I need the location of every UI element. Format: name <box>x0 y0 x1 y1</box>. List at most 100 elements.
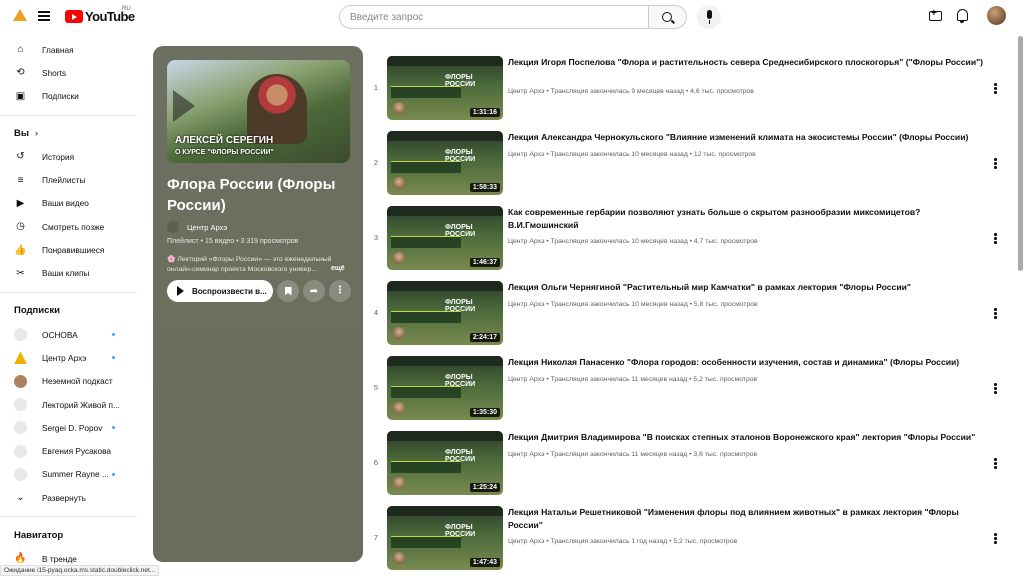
sidebar-sub-item[interactable]: Евгения Русакова <box>0 439 140 462</box>
subscriptions-header: Подписки <box>14 305 60 317</box>
sidebar-item-watch-later[interactable]: ◷ Смотреть позже <box>0 215 140 238</box>
chevron-down-icon: ⌄ <box>16 492 25 504</box>
chevron-right-icon: › <box>34 128 39 140</box>
video-thumbnail[interactable]: ФЛОРЫ РОССИИ 2:24:17 <box>387 281 503 345</box>
mic-icon[interactable] <box>697 5 721 29</box>
thumbnail-band <box>387 206 503 216</box>
video-title[interactable]: Лекция Ольги Чернягиной "Растительный ми… <box>508 281 986 294</box>
playlist-title: Флора России (Флоры России) <box>167 176 336 214</box>
video-title[interactable]: Лекция Дмитрия Владимирова "В поисках ст… <box>508 431 986 444</box>
sidebar-item-history[interactable]: ↺ История <box>0 145 140 168</box>
video-thumbnail[interactable]: ФЛОРЫ РОССИИ 1:31:16 <box>387 56 503 120</box>
sidebar-item-label: Лекторий Живой п... <box>42 399 120 410</box>
new-content-dot <box>112 472 115 476</box>
more-options-button[interactable]: ⋮ <box>329 280 351 302</box>
video-duration: 1:31:16 <box>469 108 500 117</box>
sidebar: ⌂ Главная ⟲ Shorts ▣ Подписки Вы › ↺ Ист… <box>0 38 140 571</box>
save-playlist-button[interactable] <box>277 280 299 302</box>
video-duration: 1:58:33 <box>469 183 500 192</box>
sidebar-item-label: В тренде <box>42 553 77 564</box>
divider <box>0 291 137 293</box>
channel-avatar <box>14 374 27 388</box>
playlist-video-item[interactable]: 3 ФЛОРЫ РОССИИ 1:46:37 Как современные г… <box>370 204 1010 272</box>
playlist-video-item[interactable]: 6 ФЛОРЫ РОССИИ 1:25:24 Лекция Дмитрия Вл… <box>370 429 1010 497</box>
channel-avatar <box>14 328 27 342</box>
playlist-header-panel: АЛЕКСЕЙ СЕРЕГИН О КУРСЕ "ФЛОРЫ РОССИИ" Ф… <box>153 46 363 562</box>
video-title[interactable]: Лекция Игоря Поспелова "Флора и растител… <box>508 56 986 69</box>
more-vert-icon[interactable] <box>994 308 998 320</box>
search-input[interactable]: Введите запрос <box>339 5 649 29</box>
thumbnail-caption <box>391 461 461 473</box>
warning-icon[interactable] <box>13 9 27 21</box>
shorts-icon: ⟲ <box>16 67 25 79</box>
scrollbar-thumb[interactable] <box>1018 36 1023 271</box>
playlist-channel[interactable]: Центр Архэ <box>167 221 227 233</box>
video-thumbnail[interactable]: ФЛОРЫ РОССИИ 1:47:43 <box>387 506 503 570</box>
more-vert-icon[interactable] <box>994 158 998 170</box>
speaker-photo <box>393 327 405 339</box>
video-thumbnail[interactable]: ФЛОРЫ РОССИИ 1:46:37 <box>387 206 503 270</box>
sidebar-item-label: Смотреть позже <box>42 221 105 232</box>
speaker-photo <box>393 252 405 264</box>
thumbnail-caption <box>391 386 461 398</box>
more-vert-icon: ⋮ <box>335 285 345 296</box>
video-title[interactable]: Лекция Натальи Решетниковой "Изменения ф… <box>508 506 986 531</box>
thumbnail-band <box>387 56 503 66</box>
sidebar-sub-item[interactable]: Неземной подкаст <box>0 370 140 393</box>
sidebar-sub-item[interactable]: Центр Архэ <box>0 346 140 369</box>
sidebar-item-label: Главная <box>42 44 74 55</box>
clips-icon: ✂ <box>16 267 25 279</box>
more-vert-icon[interactable] <box>994 233 998 245</box>
more-vert-icon[interactable] <box>994 83 998 95</box>
playlist-video-item[interactable]: 7 ФЛОРЫ РОССИИ 1:47:43 Лекция Натальи Ре… <box>370 504 1010 572</box>
sidebar-sub-item[interactable]: ОСНОВА <box>0 323 140 346</box>
create-icon[interactable] <box>929 8 942 21</box>
sidebar-item-your-videos[interactable]: ▶ Ваши видео <box>0 192 140 215</box>
youtube-play-icon <box>65 10 83 23</box>
speaker-photo <box>393 102 405 114</box>
sidebar-item-playlists[interactable]: ≡ Плейлисты <box>0 168 140 191</box>
video-thumbnail[interactable]: ФЛОРЫ РОССИИ 1:35:30 <box>387 356 503 420</box>
video-thumbnail[interactable]: ФЛОРЫ РОССИИ 1:25:24 <box>387 431 503 495</box>
search-button[interactable] <box>649 5 687 29</box>
sidebar-expand[interactable]: ⌄ Развернуть <box>0 486 140 509</box>
share-button[interactable]: ➦ <box>303 280 325 302</box>
sidebar-item-clips[interactable]: ✂ Ваши клипы <box>0 262 140 285</box>
notifications-icon[interactable] <box>957 9 968 23</box>
sidebar-sub-item[interactable]: Sergei D. Popov <box>0 416 140 439</box>
playlist-video-item[interactable]: 4 ФЛОРЫ РОССИИ 2:24:17 Лекция Ольги Черн… <box>370 279 1010 347</box>
video-thumbnail[interactable]: ФЛОРЫ РОССИИ 1:58:33 <box>387 131 503 195</box>
channel-avatar <box>14 398 27 411</box>
playlist-video-item[interactable]: 5 ФЛОРЫ РОССИИ 1:35:30 Лекция Николая Па… <box>370 354 1010 422</box>
channel-avatar <box>167 221 179 233</box>
playlist-video-item[interactable]: 1 ФЛОРЫ РОССИИ 1:31:16 Лекция Игоря Посп… <box>370 54 1010 122</box>
channel-avatar <box>14 351 27 365</box>
thumbnail-caption <box>391 161 461 173</box>
playlist-video-item[interactable]: 2 ФЛОРЫ РОССИИ 1:58:33 Лекция Александра… <box>370 129 1010 197</box>
video-duration: 2:24:17 <box>469 333 500 342</box>
video-title[interactable]: Как современные гербарии позволяют узнат… <box>508 206 986 231</box>
youtube-logo[interactable]: YouTube RU <box>65 6 135 24</box>
video-title[interactable]: Лекция Александра Чернокульского "Влияни… <box>508 131 986 144</box>
sidebar-item-liked[interactable]: 👍 Понравившиеся <box>0 238 140 261</box>
sidebar-you-header[interactable]: Вы › <box>0 122 140 145</box>
sidebar-item-home[interactable]: ⌂ Главная <box>0 38 140 61</box>
sidebar-item-label: Плейлисты <box>42 175 86 186</box>
sidebar-item-subscriptions[interactable]: ▣ Подписки <box>0 85 140 108</box>
logo-region: RU <box>122 6 131 12</box>
sidebar-item-shorts[interactable]: ⟲ Shorts <box>0 61 140 84</box>
more-vert-icon[interactable] <box>994 533 998 545</box>
navigator-header: Навигатор <box>14 529 64 541</box>
menu-icon[interactable] <box>38 11 50 21</box>
sidebar-sub-item[interactable]: Лекторий Живой п... <box>0 393 140 416</box>
history-icon: ↺ <box>16 151 25 163</box>
video-title[interactable]: Лекция Николая Панасенко "Флора городов:… <box>508 356 986 369</box>
sidebar-sub-item[interactable]: Summer Rayne ... <box>0 463 140 486</box>
description-more-link[interactable]: ещё <box>331 265 345 272</box>
more-vert-icon[interactable] <box>994 383 998 395</box>
video-duration: 1:25:24 <box>469 483 500 492</box>
more-vert-icon[interactable] <box>994 458 998 470</box>
play-all-button[interactable]: Воспроизвести в... <box>167 280 273 302</box>
avatar[interactable] <box>987 6 1006 25</box>
playlist-thumbnail[interactable]: АЛЕКСЕЙ СЕРЕГИН О КУРСЕ "ФЛОРЫ РОССИИ" <box>167 60 350 163</box>
